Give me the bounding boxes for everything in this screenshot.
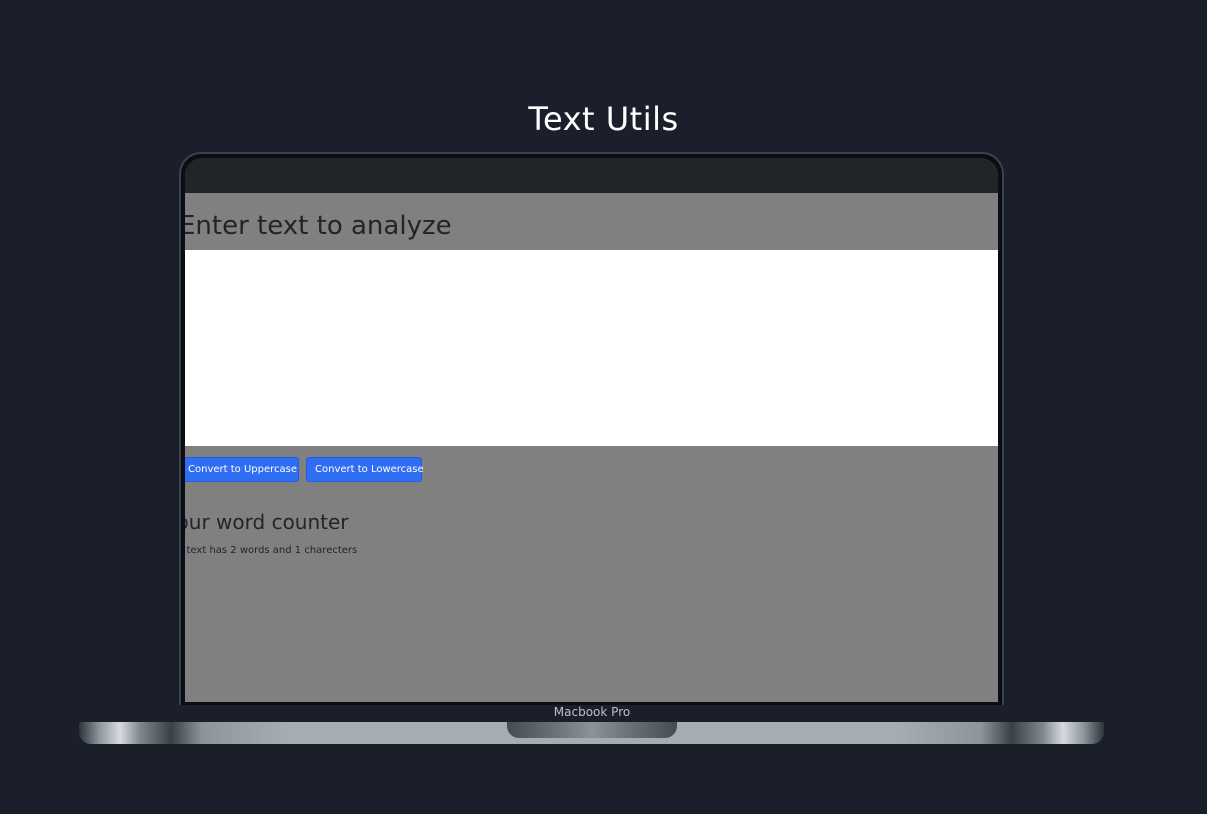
convert-uppercase-button[interactable]: Convert to Uppercase bbox=[185, 457, 299, 482]
analyze-heading: Enter text to analyze bbox=[185, 211, 452, 241]
text-input[interactable] bbox=[185, 250, 998, 446]
laptop-notch bbox=[507, 722, 677, 738]
page-title: Text Utils bbox=[528, 100, 679, 138]
word-count-summary: Your text has 2 words and 1 charecters bbox=[185, 545, 358, 556]
app-screen: Enter text to analyze Convert to Upperca… bbox=[185, 158, 998, 702]
convert-lowercase-button[interactable]: Convert to Lowercase bbox=[306, 457, 424, 482]
word-counter-heading: Your word counter bbox=[185, 510, 349, 534]
navbar bbox=[185, 158, 998, 193]
laptop-screen-frame: Enter text to analyze Convert to Upperca… bbox=[179, 152, 1004, 705]
device-label: Macbook Pro bbox=[553, 705, 631, 719]
